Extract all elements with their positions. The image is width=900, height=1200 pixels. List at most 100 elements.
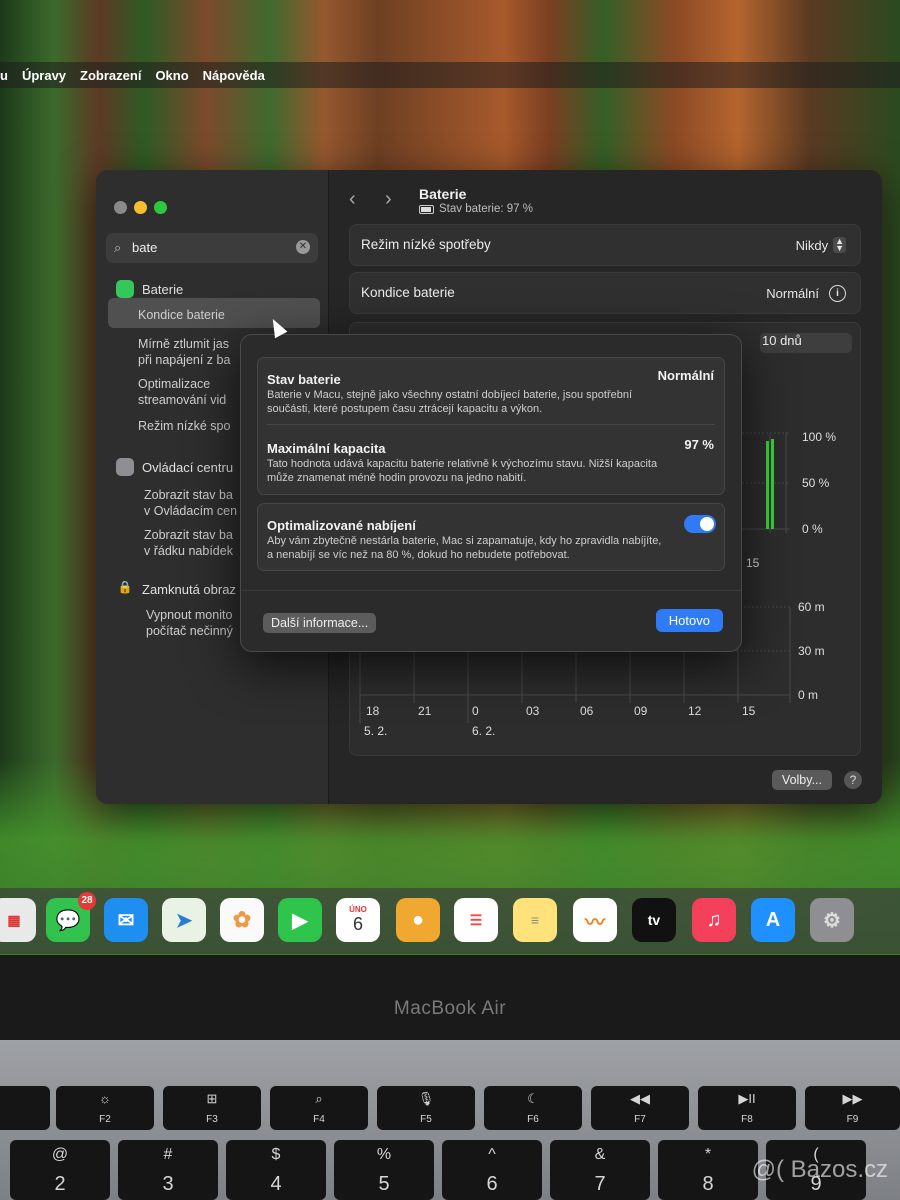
optimized-charging-title: Optimalizované nabíjení — [267, 518, 416, 533]
back-chevron-icon[interactable]: ‹ — [349, 188, 356, 211]
mail-icon[interactable]: ✉ — [104, 898, 148, 942]
launchpad-icon[interactable]: ▦ — [0, 898, 36, 942]
search-input-value: bate — [132, 240, 158, 255]
keyboard-key: ☾ F6 — [484, 1086, 582, 1130]
y-tick-60m: 60 m — [798, 600, 825, 614]
battery-status-description: Baterie v Macu, stejně jako všechny osta… — [267, 389, 633, 415]
low-power-mode-label: Režim nízké spotřeby — [361, 237, 491, 252]
sidebar-item-control-center[interactable]: Ovládací centru — [116, 458, 233, 476]
y-tick-0m: 0 m — [798, 688, 818, 702]
updown-chevron-icon: ▲ ▼ — [833, 236, 846, 253]
keyboard-key: ▶▶ F9 — [805, 1086, 900, 1130]
x-tick-15: 15 — [742, 704, 756, 718]
notification-badge: 28 — [78, 892, 96, 910]
window-zoom-button[interactable] — [154, 201, 167, 214]
app-store-icon[interactable]: A — [751, 898, 795, 942]
sidebar-item-label: Ovládací centru — [142, 459, 234, 475]
tv-label: tv — [647, 912, 661, 928]
sidebar-item-battery-health[interactable]: Kondice baterie — [138, 307, 324, 323]
window-close-button[interactable] — [114, 201, 127, 214]
search-icon: ⌕ — [114, 240, 122, 255]
optimized-charging-toggle[interactable] — [684, 515, 716, 533]
apple-tv-icon[interactable]: tv — [632, 898, 676, 942]
notes-icon[interactable]: ≡ — [513, 898, 557, 942]
battery-status-title: Stav baterie — [267, 372, 341, 387]
x-tick-15: 15 — [746, 556, 760, 570]
menu-bar: u Úpravy Zobrazení Okno Nápověda — [0, 62, 900, 88]
optimized-charging-card: Optimalizované nabíjení Aby vám zbytečně… — [257, 503, 725, 571]
menu-item-app[interactable]: u — [0, 68, 8, 83]
menu-item-window[interactable]: Okno — [155, 68, 188, 83]
sidebar-item-label: Baterie — [142, 281, 184, 297]
menu-item-view[interactable]: Zobrazení — [80, 68, 141, 83]
menu-item-help[interactable]: Nápověda — [203, 68, 265, 83]
battery-health-value-group: Normální i — [766, 285, 846, 302]
keyboard-key: 🎙 F5 — [377, 1086, 475, 1130]
max-capacity-value: 97 % — [684, 437, 714, 452]
keyboard-key: * 8 — [658, 1140, 758, 1200]
battery-status-text: Stav baterie: 97 % — [439, 203, 533, 215]
lock-icon: 🔒 — [117, 580, 133, 594]
help-icon[interactable]: ? — [844, 771, 862, 789]
done-button[interactable]: Hotovo — [655, 609, 723, 632]
info-icon[interactable]: i — [829, 285, 846, 302]
macos-desktop: u Úpravy Zobrazení Okno Nápověda ⌕ bate … — [0, 0, 900, 960]
keyboard-key: @2 — [10, 1140, 110, 1200]
x-tick-09: 09 — [634, 704, 648, 718]
battery-level-bar — [771, 439, 774, 529]
keyboard: ☼ F2 ⊞ F3 ⌕ F4 🎙 F5 ☾ F6 ◀◀ F7 ▶II F8 ▶▶ F9 @2 #… — [0, 1040, 900, 1200]
keyboard-key: ⌕ F4 — [270, 1086, 368, 1130]
optimized-charging-description: Aby vám zbytečně nestárla baterie, Mac s… — [267, 535, 662, 561]
photos-icon[interactable]: ✿ — [220, 898, 264, 942]
keyboard-key: % 5 — [334, 1140, 434, 1200]
battery-health-dialog: Stav baterie Normální Baterie v Macu, st… — [240, 334, 742, 652]
system-settings-icon[interactable]: ⚙ — [810, 898, 854, 942]
x-tick-03: 03 — [526, 704, 540, 718]
battery-health-row: Kondice baterie Normální i — [349, 272, 861, 314]
options-button[interactable]: Volby... — [771, 770, 832, 790]
messages-icon[interactable]: 💬 28 — [46, 892, 96, 942]
window-minimize-button[interactable] — [134, 201, 147, 214]
calendar-day: 6 — [352, 914, 363, 934]
battery-icon — [116, 280, 134, 298]
date-label-6-2: 6. 2. — [472, 724, 495, 738]
x-tick-18: 18 — [366, 704, 380, 718]
calendar-icon[interactable]: ÚNO 6 — [336, 898, 380, 942]
dock: ▦ 💬 28 ✉ ➤ ✿ ▶ ÚNO 6 ● ☰ ≡ 〰 tv ♫ A ⚙ — [0, 888, 900, 954]
sidebar-item-battery[interactable]: Baterie — [116, 280, 183, 298]
max-capacity-description: Tato hodnota udává kapacitu baterie rela… — [267, 458, 658, 484]
sidebar-item-lock-screen[interactable]: 🔒 Zamknutá obraz — [116, 580, 236, 598]
forward-chevron-icon[interactable]: › — [385, 188, 392, 211]
y-tick-100: 100 % — [802, 430, 836, 444]
facetime-icon[interactable]: ▶ — [278, 898, 322, 942]
max-capacity-title: Maximální kapacita — [267, 441, 386, 456]
battery-level-icon — [419, 204, 434, 214]
more-info-button[interactable]: Další informace... — [263, 613, 377, 633]
keyboard-key — [0, 1086, 50, 1130]
battery-level-bar — [766, 441, 769, 529]
date-label-5-2: 5. 2. — [364, 724, 387, 738]
maps-icon[interactable]: ➤ — [162, 898, 206, 942]
music-icon[interactable]: ♫ — [692, 898, 736, 942]
keyboard-key: ☼ F2 — [56, 1086, 154, 1130]
search-input[interactable]: ⌕ bate ✕ — [106, 233, 318, 263]
x-tick-06: 06 — [580, 704, 594, 718]
sidebar-item-label: Zamknutá obraz — [142, 581, 236, 597]
reminders-icon[interactable]: ☰ — [454, 898, 498, 942]
calendar-month: ÚNO — [349, 905, 367, 914]
keyboard-key: ▶II F8 — [698, 1086, 796, 1130]
divider — [267, 424, 715, 425]
contacts-icon[interactable]: ● — [396, 898, 440, 942]
page-title: Baterie — [419, 186, 467, 202]
battery-info-card: Stav baterie Normální Baterie v Macu, st… — [257, 357, 725, 495]
low-power-mode-row: Režim nízké spotřeby Nikdy ▲ ▼ — [349, 224, 861, 266]
laptop-brand-label: MacBook Air — [393, 998, 507, 1019]
freeform-icon[interactable]: 〰 — [573, 898, 617, 942]
watermark: @( Bazos.cz — [751, 1156, 888, 1183]
keyboard-key: ⊞ F3 — [163, 1086, 261, 1130]
keyboard-key: ◀◀ F7 — [591, 1086, 689, 1130]
clear-search-icon[interactable]: ✕ — [296, 240, 310, 254]
battery-health-value: Normální — [766, 286, 819, 301]
low-power-mode-select[interactable]: Nikdy ▲ ▼ — [796, 237, 846, 253]
menu-item-edit[interactable]: Úpravy — [22, 68, 66, 83]
